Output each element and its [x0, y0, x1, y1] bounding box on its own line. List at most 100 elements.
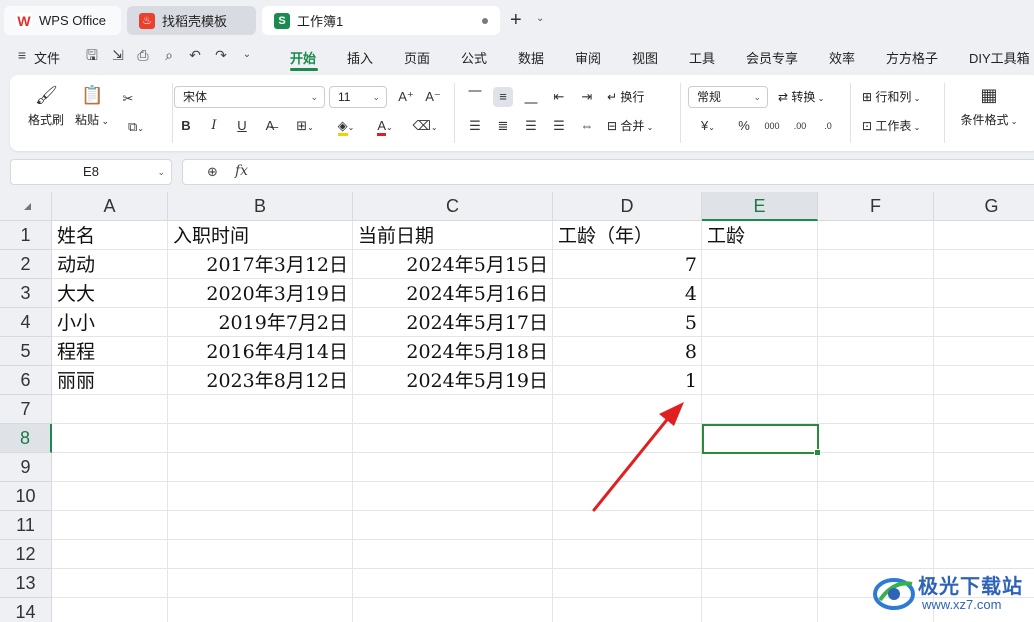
zoom-search-icon[interactable]: ⊕ [207, 164, 218, 180]
increase-decimal-icon[interactable]: .00 [790, 116, 810, 136]
align-bottom-icon[interactable]: ⎽ [521, 87, 541, 107]
cell-d4[interactable]: 5 [553, 308, 702, 337]
column-header-e[interactable]: E [702, 192, 818, 221]
menu-data[interactable]: 数据 [518, 48, 544, 67]
decrease-font-icon[interactable]: A⁻ [423, 87, 443, 107]
cell-a6[interactable]: 丽丽 [52, 366, 168, 395]
cell-a4[interactable]: 小小 [52, 308, 168, 337]
column-header-d[interactable]: D [553, 192, 702, 221]
strikethrough-icon[interactable]: A̶ [260, 116, 280, 136]
distributed-icon[interactable]: ⇔ [577, 116, 597, 136]
cell-c5[interactable]: 2024年5月18日 [353, 337, 553, 366]
align-middle-icon[interactable]: ≡ [493, 87, 513, 107]
justify-icon[interactable]: ☰ [549, 116, 569, 136]
copy-icon[interactable]: ⧉⌄ [120, 117, 152, 137]
menu-fangfang[interactable]: 方方格子 [886, 48, 938, 67]
row-col-button[interactable]: ⊞ 行和列 ⌄ [862, 87, 920, 109]
menu-diy-toolbox[interactable]: DIY工具箱 [969, 48, 1030, 67]
row-header-5[interactable]: 5 [0, 337, 52, 366]
cell-c3[interactable]: 2024年5月16日 [353, 279, 553, 308]
menu-efficiency[interactable]: 效率 [829, 48, 855, 67]
menu-insert[interactable]: 插入 [347, 48, 373, 67]
align-top-icon[interactable]: ⎺ [465, 87, 485, 107]
format-painter-button[interactable]: 🖌 格式刷 [26, 85, 66, 128]
cell-a1[interactable]: 姓名 [52, 221, 168, 250]
row-header-7[interactable]: 7 [0, 395, 52, 424]
row-header-14[interactable]: 14 [0, 598, 52, 622]
column-header-a[interactable]: A [52, 192, 168, 221]
undo-icon[interactable]: ↶ [187, 47, 203, 63]
align-center-icon[interactable]: ≣ [493, 116, 513, 136]
menu-member[interactable]: 会员专享 [746, 48, 798, 67]
new-tab-plus-icon[interactable]: + [510, 9, 522, 32]
wrap-text-button[interactable]: ↵ 换行 [607, 87, 644, 107]
menu-tools[interactable]: 工具 [689, 48, 715, 67]
quick-access-more-icon[interactable]: ⌄ [239, 47, 255, 63]
font-size-select[interactable]: 11 ⌄ [329, 86, 387, 108]
cell-e5[interactable] [702, 337, 818, 366]
row-header-10[interactable]: 10 [0, 482, 52, 511]
column-header-g[interactable]: G [934, 192, 1034, 221]
row-header-1[interactable]: 1 [0, 221, 52, 250]
menu-formula[interactable]: 公式 [461, 48, 487, 67]
fill-color-icon[interactable]: ◈⌄ [330, 116, 362, 136]
cell-d5[interactable]: 8 [553, 337, 702, 366]
selected-cell-e8[interactable] [702, 424, 821, 456]
increase-font-icon[interactable]: A⁺ [396, 87, 416, 107]
cell-e2[interactable] [702, 250, 818, 279]
cell-c1[interactable]: 当前日期 [353, 221, 553, 250]
outdent-icon[interactable]: ⇤ [549, 87, 569, 107]
align-left-icon[interactable]: ☰ [465, 116, 485, 136]
cell-d1[interactable]: 工龄（年） [553, 221, 702, 250]
row-header-3[interactable]: 3 [0, 279, 52, 308]
cell-d6[interactable]: 1 [553, 366, 702, 395]
cell-b2[interactable]: 2017年3月12日 [168, 250, 353, 279]
currency-icon[interactable]: ¥⌄ [694, 116, 722, 136]
percent-icon[interactable]: % [734, 116, 754, 136]
cell-e6[interactable] [702, 366, 818, 395]
cell-b3[interactable]: 2020年3月19日 [168, 279, 353, 308]
menu-file[interactable]: 文件 [34, 48, 60, 67]
decrease-decimal-icon[interactable]: .0 [818, 116, 838, 136]
row-header-2[interactable]: 2 [0, 250, 52, 279]
cell-a2[interactable]: 动动 [52, 250, 168, 279]
redo-icon[interactable]: ↷ [213, 47, 229, 63]
worksheet-button[interactable]: ⊡ 工作表 ⌄ [862, 116, 920, 138]
row-header-8[interactable]: 8 [0, 424, 52, 453]
cell-e1[interactable]: 工龄 [702, 221, 818, 250]
convert-button[interactable]: ⇄ 转换 ⌄ [778, 87, 824, 109]
cell-c2[interactable]: 2024年5月15日 [353, 250, 553, 279]
unsaved-dot-icon[interactable] [482, 18, 488, 24]
indent-icon[interactable]: ⇥ [577, 87, 597, 107]
column-header-f[interactable]: F [818, 192, 934, 221]
fx-icon[interactable]: fx [235, 163, 248, 179]
column-header-c[interactable]: C [353, 192, 553, 221]
row-header-6[interactable]: 6 [0, 366, 52, 395]
cut-icon[interactable]: ✂ [118, 89, 138, 109]
cell-b5[interactable]: 2016年4月14日 [168, 337, 353, 366]
tab-workbook[interactable]: S 工作簿1 [262, 6, 500, 35]
font-name-select[interactable]: 宋体 ⌄ [174, 86, 325, 108]
print-preview-icon[interactable]: ⌕ [161, 47, 177, 63]
cell-e4[interactable] [702, 308, 818, 337]
menu-view[interactable]: 视图 [632, 48, 658, 67]
cell-a5[interactable]: 程程 [52, 337, 168, 366]
row-header-11[interactable]: 11 [0, 511, 52, 540]
border-icon[interactable]: ⊞⌄ [290, 116, 320, 136]
conditional-format-button[interactable]: ▦ 条件格式 ⌄ [954, 85, 1024, 128]
clear-format-icon[interactable]: ⌫⌄ [410, 116, 440, 136]
formula-input[interactable]: ⊕ fx [182, 159, 1034, 185]
cell-b6[interactable]: 2023年8月12日 [168, 366, 353, 395]
name-box[interactable]: E8 ⌄ [10, 159, 172, 185]
print-icon[interactable]: ⎙ [135, 47, 151, 63]
save-icon[interactable]: 🖫 [84, 47, 100, 63]
row-header-13[interactable]: 13 [0, 569, 52, 598]
cell-e3[interactable] [702, 279, 818, 308]
cell-a3[interactable]: 大大 [52, 279, 168, 308]
menu-review[interactable]: 审阅 [575, 48, 601, 67]
select-all-corner[interactable] [0, 192, 52, 221]
cell-d2[interactable]: 7 [553, 250, 702, 279]
number-format-select[interactable]: 常规 ⌄ [688, 86, 768, 108]
row-header-9[interactable]: 9 [0, 453, 52, 482]
chevron-down-icon[interactable]: ⌄ [536, 13, 544, 24]
